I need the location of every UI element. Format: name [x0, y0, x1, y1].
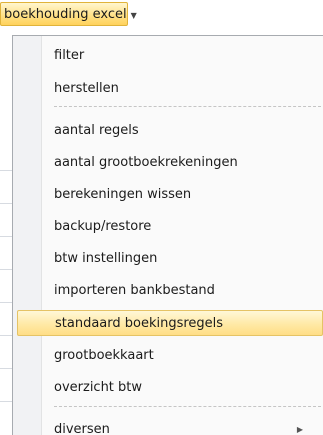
- sheet-gridline: [0, 335, 12, 336]
- menu-item-standaard-boekingsregels[interactable]: standaard boekingsregels: [17, 310, 323, 336]
- menu-item-label: backup/restore: [54, 218, 152, 234]
- menu-item-label: aantal grootboekrekeningen: [54, 154, 238, 170]
- menu-item-berekeningen-wissen[interactable]: berekeningen wissen: [17, 181, 323, 207]
- menu-item-label: standaard boekingsregels: [55, 315, 224, 331]
- menu-item-grootboekkaart[interactable]: grootboekkaart: [17, 342, 323, 368]
- menu-item-aantal-grootboekrekeningen[interactable]: aantal grootboekrekeningen: [17, 149, 323, 175]
- menu-item-label: grootboekkaart: [54, 347, 154, 363]
- boekhouding-excel-menu-button[interactable]: boekhouding excel ▼: [0, 2, 137, 26]
- menu-separator: [54, 106, 321, 107]
- menu-item-label: btw instellingen: [54, 250, 158, 266]
- menu-item-label: aantal regels: [54, 122, 139, 138]
- sheet-gridline: [0, 368, 12, 369]
- menu-item-btw-instellingen[interactable]: btw instellingen: [17, 245, 323, 271]
- menu-item-importeren-bankbestand[interactable]: importeren bankbestand: [17, 277, 323, 303]
- menu-item-label: diversen: [54, 421, 110, 435]
- sheet-gridline: [0, 269, 12, 270]
- menu-item-backup-restore[interactable]: backup/restore: [17, 213, 323, 239]
- menu-item-label: overzicht btw: [54, 379, 143, 395]
- chevron-down-icon: ▼: [130, 10, 137, 20]
- sheet-gridline: [0, 236, 12, 237]
- menu-item-filter[interactable]: filter: [17, 42, 323, 68]
- menu-item-label: importeren bankbestand: [54, 282, 215, 298]
- menu-item-aantal-regels[interactable]: aantal regels: [17, 117, 323, 143]
- sheet-gridline: [0, 302, 12, 303]
- menu-separator: [54, 406, 321, 407]
- menu-item-diversen[interactable]: diversen ▶: [17, 416, 323, 435]
- sheet-gridline: [0, 401, 12, 402]
- menu-item-label: filter: [54, 47, 85, 63]
- menu-button-label: boekhouding excel: [4, 6, 127, 22]
- menu-item-label: berekeningen wissen: [54, 186, 192, 202]
- dropdown-menu: filter herstellen aantal regels aantal g…: [12, 35, 323, 435]
- chevron-right-icon: ▶: [296, 424, 303, 434]
- sheet-gridline: [0, 203, 12, 204]
- sheet-gridline: [0, 170, 12, 171]
- menu-item-overzicht-btw[interactable]: overzicht btw: [17, 374, 323, 400]
- menu-item-herstellen[interactable]: herstellen: [17, 75, 323, 101]
- menu-item-label: herstellen: [54, 80, 119, 96]
